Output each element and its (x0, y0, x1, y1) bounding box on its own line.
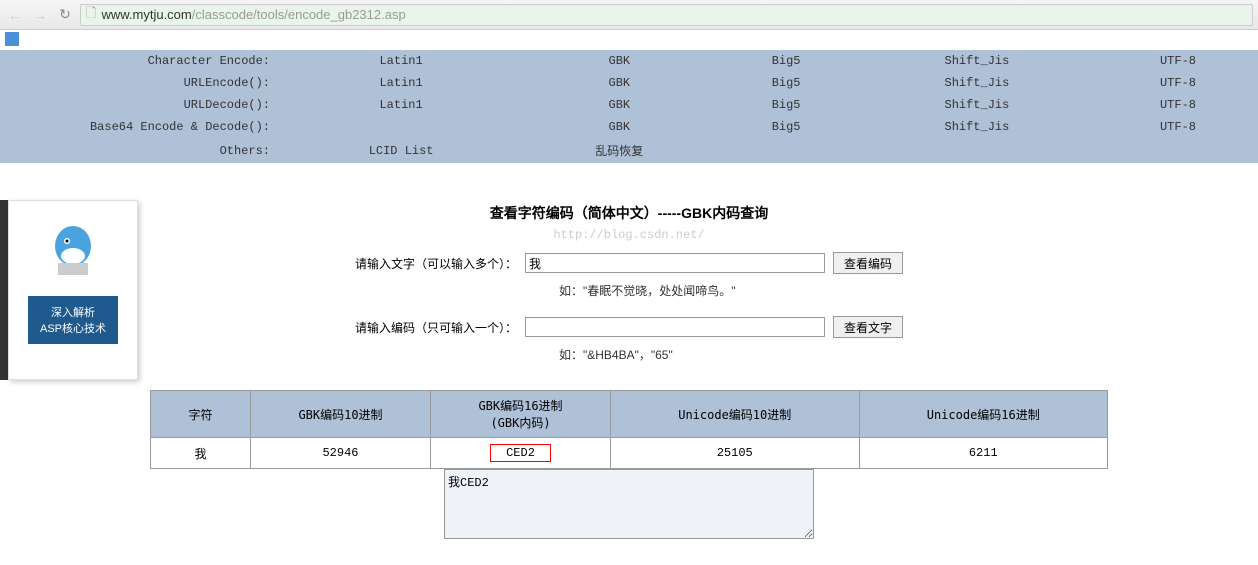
table-header: GBK编码10进制 (251, 391, 431, 438)
nav-row-label: Character Encode: (0, 50, 280, 72)
code-input-row: 请输入编码（只可输入一个）： 查看文字 (150, 316, 1108, 338)
url-bar[interactable]: 🗋 www.mytju.com/classcode/tools/encode_g… (80, 4, 1253, 26)
nav-link[interactable]: Shift_Jis (856, 94, 1098, 116)
url-domain: www.mytju.com (101, 7, 191, 22)
table-cell: 我 (151, 438, 251, 469)
table-cell: 52946 (251, 438, 431, 469)
nav-link (716, 138, 855, 163)
nav-link[interactable]: Shift_Jis (856, 50, 1098, 72)
nav-link[interactable]: Big5 (716, 94, 855, 116)
nav-link[interactable]: Shift_Jis (856, 72, 1098, 94)
browser-toolbar: ← → ↻ 🗋 www.mytju.com/classcode/tools/en… (0, 0, 1258, 30)
text-input-hint: 如："春眠不觉晓，处处闻啼鸟。" (379, 282, 879, 299)
reload-button[interactable]: ↻ (55, 5, 75, 25)
table-cell: 25105 (611, 438, 860, 469)
bird-icon (43, 221, 103, 281)
table-cell: 6211 (859, 438, 1108, 469)
nav-link[interactable]: LCID List (280, 138, 522, 163)
nav-link[interactable]: 乱码恢复 (522, 138, 716, 163)
book-cover[interactable]: 深入解析 ASP核心技术 (8, 200, 138, 380)
table-row: 我52946CED2251056211 (151, 438, 1108, 469)
bookmark-icon[interactable] (5, 32, 19, 46)
nav-link[interactable]: Latin1 (280, 94, 522, 116)
nav-row-label: URLDecode(): (0, 94, 280, 116)
nav-link[interactable]: GBK (522, 72, 716, 94)
table-header: GBK编码16进制(GBK内码) (431, 391, 611, 438)
book-spine (0, 200, 8, 380)
nav-link[interactable]: Latin1 (280, 72, 522, 94)
encoding-nav-table: Character Encode:Latin1GBKBig5Shift_JisU… (0, 50, 1258, 163)
text-input[interactable] (525, 253, 825, 273)
text-input-label: 请输入文字（可以输入多个）： (355, 255, 517, 272)
view-encoding-button[interactable]: 查看编码 (833, 252, 903, 274)
nav-link[interactable]: Shift_Jis (856, 116, 1098, 138)
nav-link[interactable]: UTF-8 (1098, 116, 1258, 138)
table-header: Unicode编码10进制 (611, 391, 860, 438)
nav-link[interactable]: Big5 (716, 116, 855, 138)
nav-link[interactable]: GBK (522, 50, 716, 72)
nav-link[interactable]: UTF-8 (1098, 72, 1258, 94)
text-input-row: 请输入文字（可以输入多个）： 查看编码 (150, 252, 1108, 274)
nav-link[interactable]: Big5 (716, 50, 855, 72)
table-header: Unicode编码16进制 (859, 391, 1108, 438)
nav-link[interactable]: Latin1 (280, 50, 522, 72)
nav-row-label: Others: (0, 138, 280, 163)
table-cell: CED2 (431, 438, 611, 469)
code-input[interactable] (525, 317, 825, 337)
nav-row-label: Base64 Encode & Decode(): (0, 116, 280, 138)
nav-link (856, 138, 1098, 163)
forward-button[interactable]: → (30, 5, 50, 25)
page-title: 查看字符编码（简体中文）-----GBK内码查询 (150, 203, 1108, 223)
code-input-label: 请输入编码（只可输入一个）： (355, 319, 517, 336)
code-input-hint: 如："&HB4BA"，"65" (379, 346, 879, 363)
nav-link[interactable]: GBK (522, 116, 716, 138)
table-header: 字符 (151, 391, 251, 438)
watermark: http://blog.csdn.net/ (150, 228, 1108, 242)
nav-link (280, 116, 522, 138)
url-path: /classcode/tools/encode_gb2312.asp (192, 7, 406, 22)
nav-link (1098, 138, 1258, 163)
result-table: 字符GBK编码10进制GBK编码16进制(GBK内码)Unicode编码10进制… (150, 390, 1108, 469)
back-button[interactable]: ← (5, 5, 25, 25)
nav-link[interactable]: UTF-8 (1098, 50, 1258, 72)
nav-link[interactable]: Big5 (716, 72, 855, 94)
nav-row-label: URLEncode(): (0, 72, 280, 94)
book-title: 深入解析 ASP核心技术 (28, 296, 118, 344)
nav-link[interactable]: UTF-8 (1098, 94, 1258, 116)
view-text-button[interactable]: 查看文字 (833, 316, 903, 338)
output-textarea[interactable]: 我CED2 (444, 469, 814, 539)
main-content: 查看字符编码（简体中文）-----GBK内码查询 http://blog.csd… (150, 203, 1108, 539)
bookmark-bar (0, 30, 1258, 50)
nav-link[interactable]: GBK (522, 94, 716, 116)
